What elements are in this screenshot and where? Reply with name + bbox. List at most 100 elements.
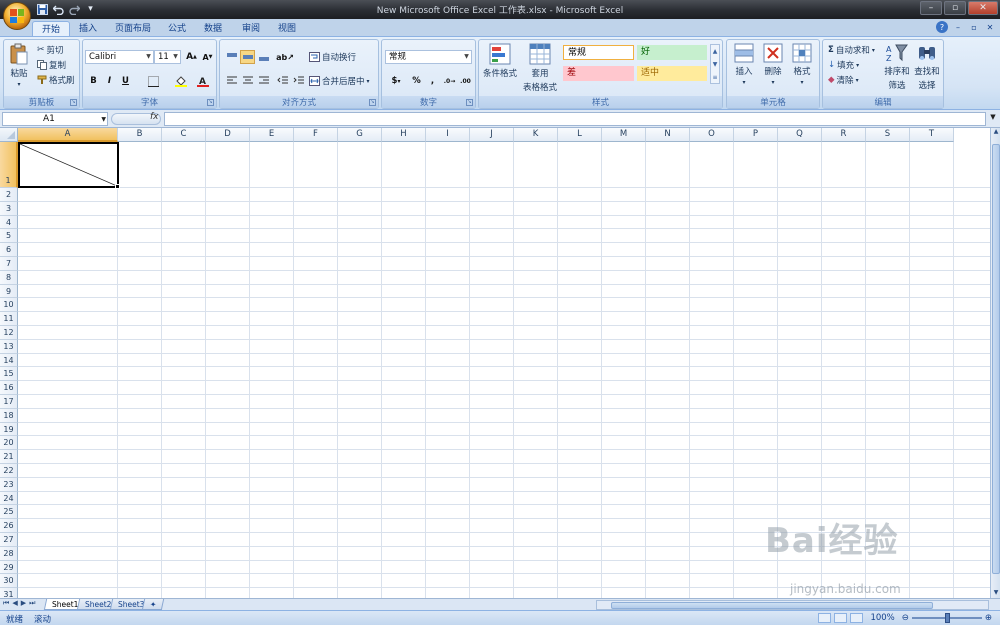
row-header[interactable]: 16	[0, 381, 18, 395]
row-header[interactable]: 5	[0, 229, 18, 244]
find-select-button[interactable]: 查找和 选择	[913, 43, 941, 91]
styles-gallery-scroll[interactable]: ▲ ▼ ≡	[710, 44, 720, 84]
row-header[interactable]: 15	[0, 367, 18, 382]
zoom-slider[interactable]	[911, 613, 982, 623]
row-header[interactable]: 22	[0, 464, 18, 478]
shrink-font-button[interactable]: A ▼	[200, 50, 215, 64]
delete-cells-button[interactable]: 删除 ▾	[760, 43, 786, 86]
style-normal[interactable]: 常规	[563, 45, 634, 60]
row-header[interactable]: 23	[0, 477, 18, 492]
row-header[interactable]: 2	[0, 188, 18, 202]
zoom-in-icon[interactable]: ⊕	[985, 613, 992, 623]
scroll-down-icon[interactable]: ▼	[991, 589, 1000, 598]
office-button[interactable]	[3, 2, 31, 30]
vertical-scroll-thumb[interactable]	[992, 144, 1000, 574]
fill-color-button[interactable]	[171, 74, 191, 88]
increase-decimal-button[interactable]: .0→	[442, 74, 457, 88]
qat-customize-icon[interactable]: ▾	[84, 3, 97, 15]
chevron-down-icon[interactable]: ▾	[367, 78, 370, 85]
percent-button[interactable]: %	[409, 74, 424, 88]
column-header[interactable]: H	[382, 128, 426, 142]
next-sheet-icon[interactable]: ▶	[21, 599, 26, 608]
align-top-button[interactable]	[224, 50, 239, 64]
page-break-view-icon[interactable]	[850, 613, 864, 623]
column-header[interactable]: S	[866, 128, 910, 142]
tab-home[interactable]: 开始	[32, 21, 71, 37]
ribbon-close-icon[interactable]: ✕	[984, 21, 996, 33]
maximize-icon[interactable]: ▫	[944, 1, 966, 15]
sort-filter-button[interactable]: AZ 排序和 筛选	[883, 43, 911, 91]
column-header[interactable]: P	[734, 128, 778, 142]
wrap-text-button[interactable]: 自动换行	[309, 51, 356, 63]
undo-icon[interactable]	[52, 3, 65, 15]
cut-button[interactable]: ✂ 剪切	[37, 44, 64, 56]
bold-button[interactable]: B	[86, 74, 101, 88]
row-header[interactable]: 26	[0, 519, 18, 533]
number-format-select[interactable]: 常规 ▼	[385, 50, 472, 64]
align-center-button[interactable]	[240, 74, 255, 88]
conditional-formatting-button[interactable]: 条件格式	[482, 43, 518, 79]
number-launcher-icon[interactable]: ↘	[466, 99, 473, 106]
column-header[interactable]: I	[426, 128, 470, 142]
page-layout-view-icon[interactable]	[834, 613, 848, 623]
column-header[interactable]: C	[162, 128, 206, 142]
font-color-button[interactable]: A	[193, 74, 213, 88]
minimize-icon[interactable]: –	[920, 1, 942, 15]
style-good[interactable]: 好	[637, 45, 707, 60]
insert-function-icon[interactable]: fx	[150, 112, 159, 122]
ribbon-minimize-icon[interactable]: –	[952, 21, 964, 33]
help-icon[interactable]: ?	[936, 21, 948, 33]
fill-handle[interactable]	[115, 184, 120, 189]
column-header[interactable]: T	[910, 128, 954, 142]
row-header[interactable]: 25	[0, 505, 18, 520]
column-header[interactable]: L	[558, 128, 602, 142]
expand-formula-bar-icon[interactable]: ▼	[988, 113, 998, 125]
row-header[interactable]: 30	[0, 574, 18, 589]
row-header[interactable]: 21	[0, 450, 18, 464]
row-header[interactable]: 13	[0, 339, 18, 354]
tab-formulas[interactable]: 公式	[159, 21, 195, 37]
first-sheet-icon[interactable]: ⏮	[3, 599, 9, 608]
orientation-button[interactable]: ab↗	[275, 50, 295, 64]
row-header[interactable]: 18	[0, 408, 18, 423]
column-header[interactable]: D	[206, 128, 250, 142]
align-middle-button[interactable]	[240, 50, 255, 64]
grow-font-button[interactable]: A ▲	[184, 50, 199, 64]
autosum-button[interactable]: Σ 自动求和 ▾	[828, 44, 875, 56]
save-icon[interactable]	[36, 3, 49, 15]
name-box[interactable]: A1 ▼	[2, 112, 108, 126]
row-header[interactable]: 12	[0, 326, 18, 340]
merge-center-button[interactable]: 合并后居中 ▾	[309, 75, 370, 87]
zoom-level[interactable]: 100%	[870, 613, 894, 623]
format-as-table-button[interactable]: 套用 表格格式	[519, 43, 561, 93]
font-name-select[interactable]: Calibri ▼	[85, 50, 154, 64]
row-header[interactable]: 31	[0, 588, 18, 598]
active-cell[interactable]	[18, 142, 119, 188]
column-header[interactable]: R	[822, 128, 866, 142]
column-header[interactable]: M	[602, 128, 646, 142]
clipboard-launcher-icon[interactable]: ↘	[70, 99, 77, 106]
row-header[interactable]: 1	[0, 142, 18, 188]
paste-dropdown-icon[interactable]: ▾	[17, 81, 20, 88]
column-header[interactable]: E	[250, 128, 294, 142]
column-header[interactable]: A	[18, 128, 118, 142]
column-header[interactable]: Q	[778, 128, 822, 142]
align-left-button[interactable]	[224, 74, 239, 88]
align-right-button[interactable]	[256, 74, 271, 88]
prev-sheet-icon[interactable]: ◀	[12, 599, 17, 608]
column-header[interactable]: G	[338, 128, 382, 142]
font-size-select[interactable]: 11 ▼	[154, 50, 181, 64]
formula-input[interactable]	[164, 112, 986, 126]
row-header[interactable]: 29	[0, 560, 18, 575]
clear-button[interactable]: ◆ 清除 ▾	[828, 74, 859, 86]
tab-data[interactable]: 数据	[195, 21, 231, 37]
ribbon-restore-icon[interactable]: ▫	[968, 21, 980, 33]
increase-indent-button[interactable]	[291, 74, 306, 88]
row-header[interactable]: 14	[0, 353, 18, 368]
column-header[interactable]: F	[294, 128, 338, 142]
tab-page-layout[interactable]: 页面布局	[106, 21, 160, 37]
decrease-decimal-button[interactable]: .00	[458, 74, 473, 88]
row-header[interactable]: 27	[0, 533, 18, 547]
fill-button[interactable]: ↓ 填充 ▾	[828, 59, 859, 71]
style-neutral[interactable]: 适中	[637, 66, 707, 81]
